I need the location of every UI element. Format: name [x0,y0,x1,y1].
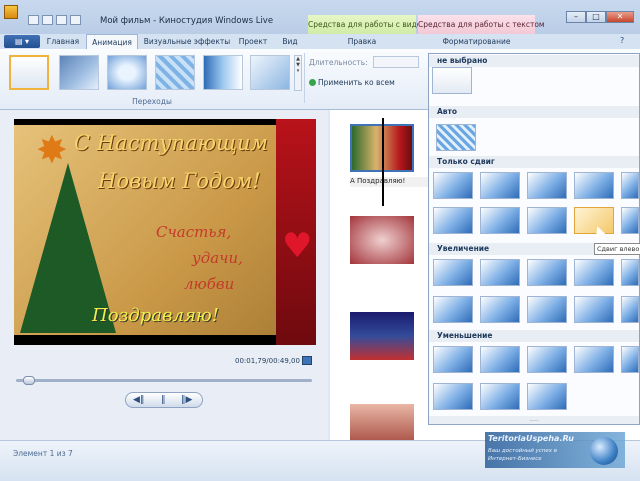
transition-item[interactable] [527,346,567,373]
card-heading-line2: Новым Годом! [98,169,261,193]
transition-thumb[interactable] [203,55,243,90]
section-none-header: не выбрано [429,55,639,67]
transition-auto-item[interactable] [436,124,476,151]
transition-item[interactable] [480,296,520,323]
transitions-group-label: Переходы [132,97,172,106]
transition-none-item[interactable] [432,67,472,94]
card-wish-1: Счастья, [156,223,232,241]
transition-item[interactable] [433,296,473,323]
transition-item[interactable] [574,259,614,286]
watermark-subtitle-2: Интернет-Бизнесе [488,456,542,462]
transition-item[interactable] [480,259,520,286]
transition-item[interactable] [433,383,473,410]
card-wish-2: удачи, [192,249,243,267]
transition-none-thumb[interactable] [9,55,49,90]
transition-item[interactable] [574,296,614,323]
apply-all-icon [309,79,316,86]
transition-item[interactable] [621,296,639,323]
transition-thumb[interactable] [250,55,290,90]
context-group-video: Средства для работы с видео [308,15,426,35]
transition-item[interactable] [433,259,473,286]
transition-item[interactable] [621,346,639,373]
transition-item[interactable] [527,172,567,199]
video-preview[interactable]: ✸ С Наступающим Новым Годом! Счастья, уд… [14,119,316,345]
tab-view[interactable]: Вид [278,34,302,49]
section-zoom-out-header: Уменьшение [429,330,639,342]
previous-frame-button[interactable]: ◀‖ [133,394,144,406]
star-ornament: ✸ [36,128,68,172]
time-readout: 00:01,79/00:49,00 [235,357,300,365]
seek-thumb[interactable] [23,376,35,385]
clip-caption-label[interactable]: A Поздравляю! [350,177,430,187]
heart-ornament: ♥ [282,226,313,266]
tab-visual-effects[interactable]: Визуальные эффекты [142,34,232,49]
transition-item[interactable] [527,296,567,323]
transition-thumb[interactable] [59,55,99,90]
fullscreen-icon[interactable] [302,356,312,365]
tab-animation[interactable]: Анимация [86,34,138,49]
next-frame-button[interactable]: ‖▶ [181,394,192,406]
pause-button[interactable]: ‖ [161,394,166,406]
section-pan-header: Только сдвиг [429,156,639,168]
ribbon-divider [304,53,305,103]
duration-select[interactable] [373,56,419,68]
globe-icon [590,437,618,465]
file-menu-button[interactable]: ▤ ▾ [4,35,40,48]
tab-format[interactable]: Форматирование [418,34,535,49]
transition-item[interactable] [433,207,473,234]
transition-item[interactable] [621,207,639,234]
gallery-resize-grip[interactable]: ..... [429,416,639,424]
card-heading-line1: С Наступающим [74,131,268,155]
status-text: Элемент 1 из 7 [13,449,73,458]
section-auto-header: Авто [429,106,639,118]
transition-item[interactable] [621,259,639,286]
transition-item[interactable] [480,207,520,234]
transition-thumb[interactable] [107,55,147,90]
maximize-button[interactable]: □ [586,11,606,23]
transition-item[interactable] [574,172,614,199]
transition-item[interactable] [480,383,520,410]
transition-item[interactable] [433,346,473,373]
tab-project[interactable]: Проект [236,34,270,49]
tab-edit[interactable]: Правка [308,34,416,49]
transition-item[interactable] [480,172,520,199]
tab-home[interactable]: Главная [44,34,82,49]
window-title: Мой фильм - Киностудия Windows Live [100,16,274,26]
redo-icon[interactable] [56,15,67,25]
transition-item[interactable] [621,172,639,199]
transition-item[interactable] [480,346,520,373]
playhead[interactable] [382,118,384,206]
qat-customize-icon[interactable] [70,15,81,25]
seek-bar[interactable] [16,379,312,382]
minimize-button[interactable]: – [566,11,586,23]
card-wish-3: любви [184,275,235,293]
watermark-subtitle-1: Ваш достойный успех в [488,448,558,454]
transition-item[interactable] [527,383,567,410]
card-caption[interactable]: Поздравляю! [92,305,219,326]
clip-thumbnail[interactable] [350,312,414,360]
gallery-expand-button[interactable]: ▲ ▼ ▾ [294,55,302,91]
app-icon[interactable] [4,5,18,19]
apply-to-all-label: Применить ко всем [318,78,395,87]
undo-icon[interactable] [42,15,53,25]
transition-item[interactable] [527,259,567,286]
context-group-text: Средства для работы с текстом [418,15,545,35]
apply-to-all-button[interactable]: Применить ко всем [309,78,395,87]
transition-item[interactable] [527,207,567,234]
clip-thumbnail[interactable] [350,216,414,264]
watermark-title: TeritoriaUspeha.Ru [488,434,574,443]
duration-label: Длительность: [309,58,368,67]
transition-item[interactable] [574,346,614,373]
transition-thumb[interactable] [155,55,195,90]
close-button[interactable]: ✕ [606,11,634,23]
transition-tooltip: Сдвиг влево [594,243,640,255]
help-icon[interactable]: ? [620,36,624,45]
save-icon[interactable] [28,15,39,25]
transition-item[interactable] [433,172,473,199]
